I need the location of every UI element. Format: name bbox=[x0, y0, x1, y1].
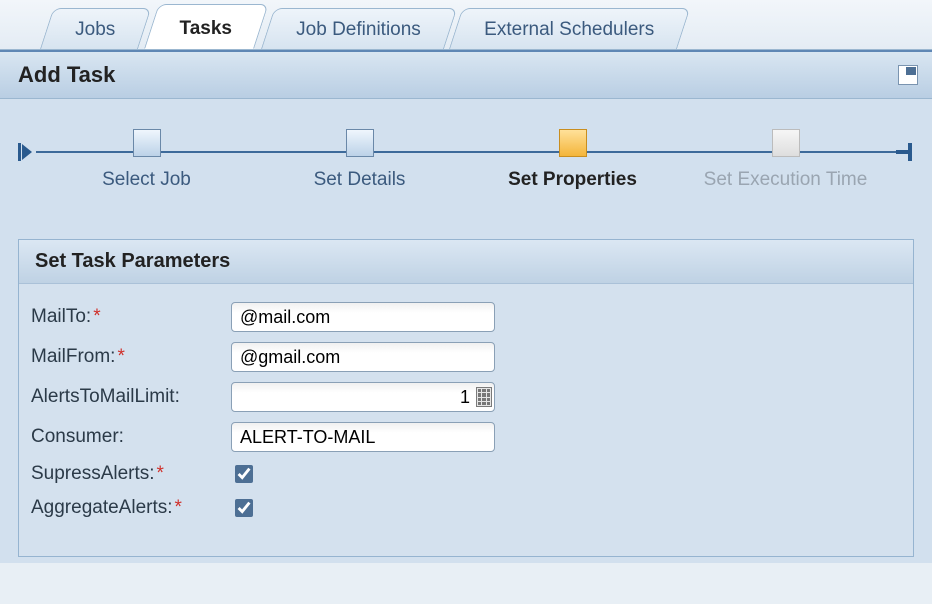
step-box-icon bbox=[133, 129, 161, 157]
task-parameters-form: MailTo:* MailFrom:* AlertsToMailLimit: bbox=[19, 284, 913, 556]
row-alerts-limit: AlertsToMailLimit: bbox=[31, 382, 901, 412]
wizard-step-select-job[interactable]: Select Job bbox=[40, 129, 253, 191]
step-box-icon bbox=[772, 129, 800, 157]
required-icon: * bbox=[175, 497, 182, 518]
row-supress-alerts: SupressAlerts:* bbox=[31, 462, 901, 486]
step-label: Set Execution Time bbox=[704, 169, 868, 191]
wizard-steps: Select Job Set Details Set Properties Se… bbox=[40, 129, 892, 191]
step-label: Set Properties bbox=[508, 169, 637, 191]
tab-jobs[interactable]: Jobs bbox=[40, 8, 151, 49]
step-box-icon bbox=[346, 129, 374, 157]
label-aggregate-alerts: AggregateAlerts:* bbox=[31, 497, 231, 519]
row-mailfrom: MailFrom:* bbox=[31, 342, 901, 372]
numeric-input-wrap bbox=[231, 382, 495, 412]
required-icon: * bbox=[117, 346, 124, 367]
group-title: Set Task Parameters bbox=[19, 240, 913, 284]
row-consumer: Consumer: bbox=[31, 422, 901, 452]
input-consumer[interactable] bbox=[231, 422, 495, 452]
tab-tasks[interactable]: Tasks bbox=[144, 4, 269, 49]
wizard-step-set-details[interactable]: Set Details bbox=[253, 129, 466, 191]
step-label: Select Job bbox=[102, 169, 191, 191]
wizard-roadmap: Select Job Set Details Set Properties Se… bbox=[0, 111, 932, 173]
wizard-step-set-properties[interactable]: Set Properties bbox=[466, 129, 679, 191]
input-mailfrom[interactable] bbox=[231, 342, 495, 372]
tab-job-definitions[interactable]: Job Definitions bbox=[261, 8, 457, 49]
input-alerts-limit[interactable] bbox=[232, 384, 476, 411]
roadmap-end-icon bbox=[896, 141, 914, 163]
wizard-step-set-execution-time[interactable]: Set Execution Time bbox=[679, 129, 892, 191]
step-label: Set Details bbox=[314, 169, 406, 191]
row-aggregate-alerts: AggregateAlerts:* bbox=[31, 496, 901, 520]
tabstrip: Jobs Tasks Job Definitions External Sche… bbox=[0, 0, 932, 50]
collapse-icon[interactable] bbox=[898, 65, 918, 85]
step-box-icon bbox=[559, 129, 587, 157]
wizard-area: Select Job Set Details Set Properties Se… bbox=[0, 99, 932, 563]
panel-header: Add Task bbox=[0, 50, 932, 99]
label-consumer: Consumer: bbox=[31, 426, 231, 448]
row-mailto: MailTo:* bbox=[31, 302, 901, 332]
calculator-icon[interactable] bbox=[476, 387, 492, 407]
checkbox-aggregate-alerts[interactable] bbox=[235, 499, 253, 517]
label-mailto: MailTo:* bbox=[31, 306, 231, 328]
input-mailto[interactable] bbox=[231, 302, 495, 332]
label-supress-alerts: SupressAlerts:* bbox=[31, 463, 231, 485]
panel-title: Add Task bbox=[18, 62, 115, 88]
task-parameters-group: Set Task Parameters MailTo:* MailFrom:* bbox=[18, 239, 914, 557]
required-icon: * bbox=[93, 306, 100, 327]
roadmap-start-icon bbox=[18, 141, 36, 163]
tab-external-schedulers[interactable]: External Schedulers bbox=[449, 8, 690, 49]
label-alerts-limit: AlertsToMailLimit: bbox=[31, 386, 231, 408]
label-mailfrom: MailFrom:* bbox=[31, 346, 231, 368]
app-root: Jobs Tasks Job Definitions External Sche… bbox=[0, 0, 932, 604]
required-icon: * bbox=[157, 463, 164, 484]
checkbox-supress-alerts[interactable] bbox=[235, 465, 253, 483]
